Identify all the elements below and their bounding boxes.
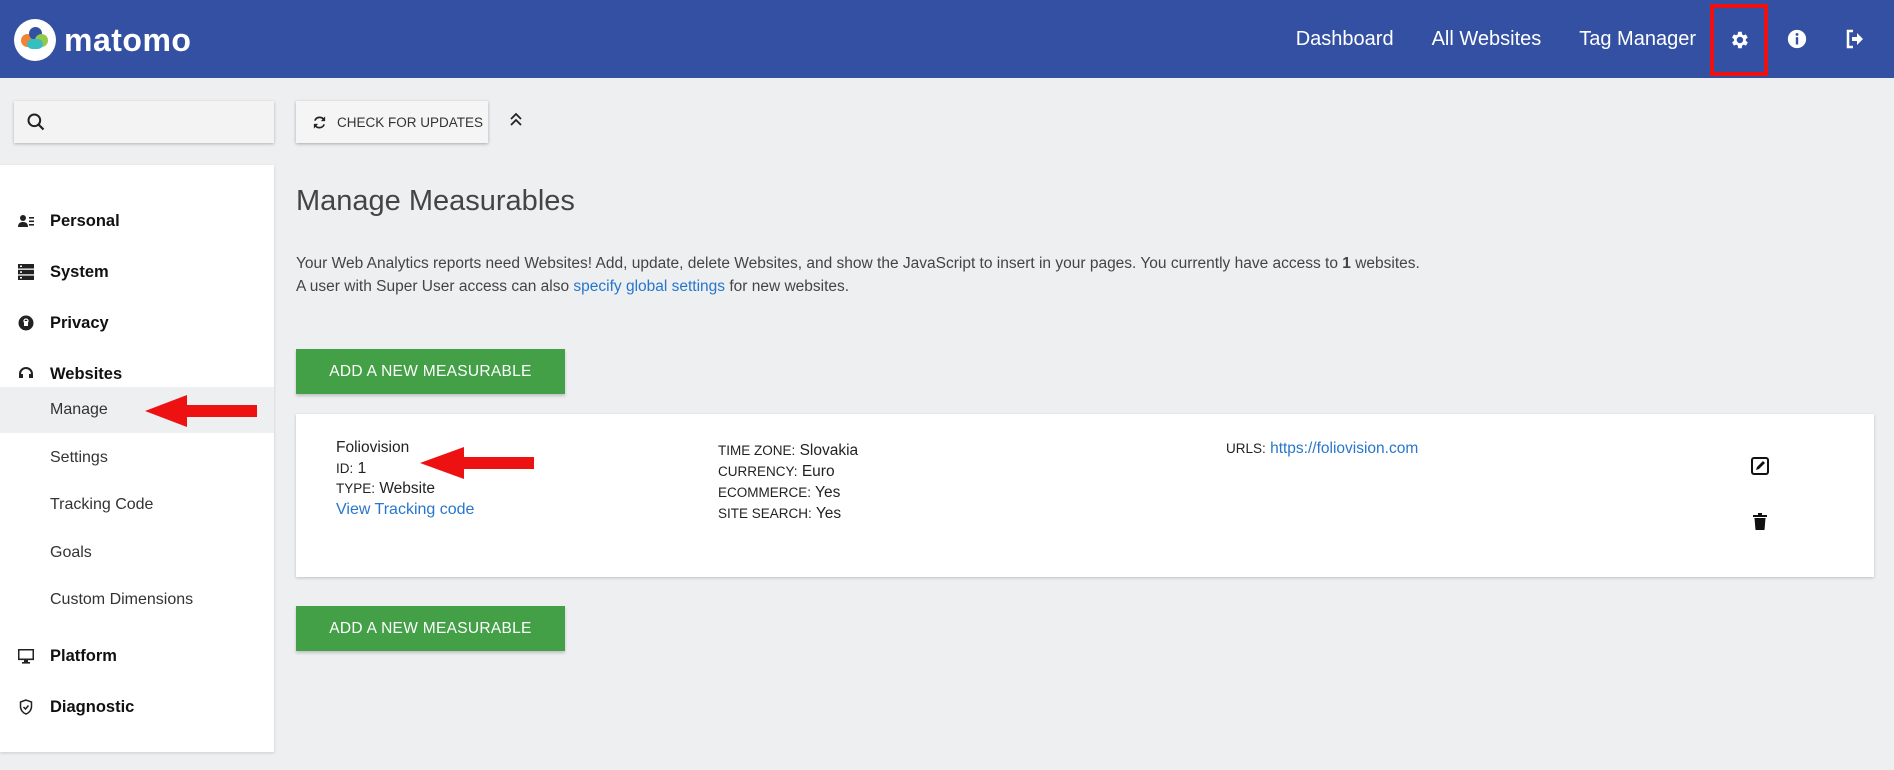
- nav-dashboard[interactable]: Dashboard: [1296, 28, 1394, 51]
- red-arrow-id: [420, 447, 534, 479]
- edit-button[interactable]: [1750, 456, 1770, 476]
- site-search: Yes: [815, 505, 842, 522]
- logo-text: matomo: [64, 21, 192, 58]
- view-tracking-code-link[interactable]: View Tracking code: [336, 501, 474, 518]
- shield-icon: [18, 699, 34, 715]
- sidebar-item-settings[interactable]: Settings: [0, 435, 274, 481]
- site-timezone: Slovakia: [799, 442, 859, 459]
- site-id: 1: [357, 459, 367, 477]
- sidebar-section-label: Privacy: [50, 313, 109, 332]
- info-icon: [1787, 29, 1807, 49]
- sidebar-section-privacy[interactable]: Privacy: [0, 308, 274, 338]
- gear-icon: [1732, 31, 1748, 49]
- site-currency: Euro: [801, 463, 835, 480]
- server-icon: [18, 264, 34, 280]
- sidebar-section-platform[interactable]: Platform: [0, 641, 274, 671]
- site-url-link[interactable]: https://foliovision.com: [1270, 440, 1418, 457]
- top-nav: Dashboard All Websites Tag Manager: [1296, 0, 1894, 78]
- intro-line-1: Your Web Analytics reports need Websites…: [296, 255, 1420, 272]
- global-settings-link[interactable]: specify global settings: [573, 278, 725, 295]
- sidebar-section-label: Websites: [50, 364, 123, 383]
- edit-icon: [1751, 457, 1769, 475]
- sidebar-section-label: Platform: [50, 646, 117, 665]
- sidebar-section-label: System: [50, 262, 109, 281]
- add-measurable-button-top[interactable]: ADD A NEW MEASURABLE: [296, 349, 565, 394]
- sidebar-section-system[interactable]: System: [0, 257, 274, 287]
- search-input[interactable]: [52, 113, 274, 131]
- sidebar-item-custom-dimensions[interactable]: Custom Dimensions: [0, 577, 274, 623]
- admin-gear-button[interactable]: [1710, 4, 1768, 76]
- sidebar-item-tracking-code[interactable]: Tracking Code: [0, 482, 274, 528]
- logout-button[interactable]: [1826, 3, 1884, 75]
- check-for-updates-button[interactable]: CHECK FOR UPDATES: [296, 101, 488, 143]
- site-settings: TIME ZONE: Slovakia CURRENCY: Euro ECOMM…: [718, 442, 859, 522]
- help-button[interactable]: [1768, 3, 1826, 75]
- lock-icon: [18, 315, 34, 331]
- nav-tag-manager[interactable]: Tag Manager: [1579, 28, 1696, 51]
- sidebar-section-label: Diagnostic: [50, 697, 135, 716]
- headset-icon: [18, 366, 34, 382]
- monitor-icon: [18, 648, 34, 664]
- sidebar-section-personal[interactable]: Personal: [0, 206, 274, 236]
- sidebar-section-diagnostic[interactable]: Diagnostic: [0, 692, 274, 722]
- sidebar-section-websites[interactable]: Websites: [0, 359, 274, 389]
- refresh-icon: [313, 115, 326, 129]
- matomo-logo-icon: [14, 19, 56, 61]
- collapse-chevron-up-icon[interactable]: [508, 110, 524, 130]
- sidebar-section-label: Personal: [50, 211, 120, 230]
- sidebar-item-goals[interactable]: Goals: [0, 530, 274, 576]
- page-title: Manage Measurables: [296, 185, 575, 217]
- delete-button[interactable]: [1750, 511, 1770, 531]
- trash-icon: [1753, 512, 1767, 530]
- add-measurable-button-bottom[interactable]: ADD A NEW MEASURABLE: [296, 606, 565, 651]
- matomo-logo[interactable]: matomo: [14, 19, 191, 61]
- site-ecommerce: Yes: [815, 484, 841, 501]
- site-card: Foliovision ID: 1 TYPE: Website View Tra…: [296, 414, 1874, 577]
- search-icon: [27, 113, 45, 131]
- menu-search[interactable]: [14, 101, 274, 143]
- check-for-updates-label: CHECK FOR UPDATES: [337, 114, 484, 130]
- intro-text: Your Web Analytics reports need Websites…: [296, 253, 1420, 298]
- logout-icon: [1846, 29, 1863, 49]
- nav-all-websites[interactable]: All Websites: [1432, 28, 1542, 51]
- red-arrow-manage: [145, 395, 257, 427]
- intro-line-2: A user with Super User access can also s…: [296, 277, 850, 295]
- site-urls: URLS: https://foliovision.com: [1226, 440, 1419, 457]
- site-type: Website: [379, 480, 436, 497]
- top-bar: matomo Dashboard All Websites Tag Manage…: [0, 0, 1894, 78]
- personal-icon: [18, 213, 34, 229]
- sidebar: Personal System Privacy Websites Manage …: [0, 165, 274, 752]
